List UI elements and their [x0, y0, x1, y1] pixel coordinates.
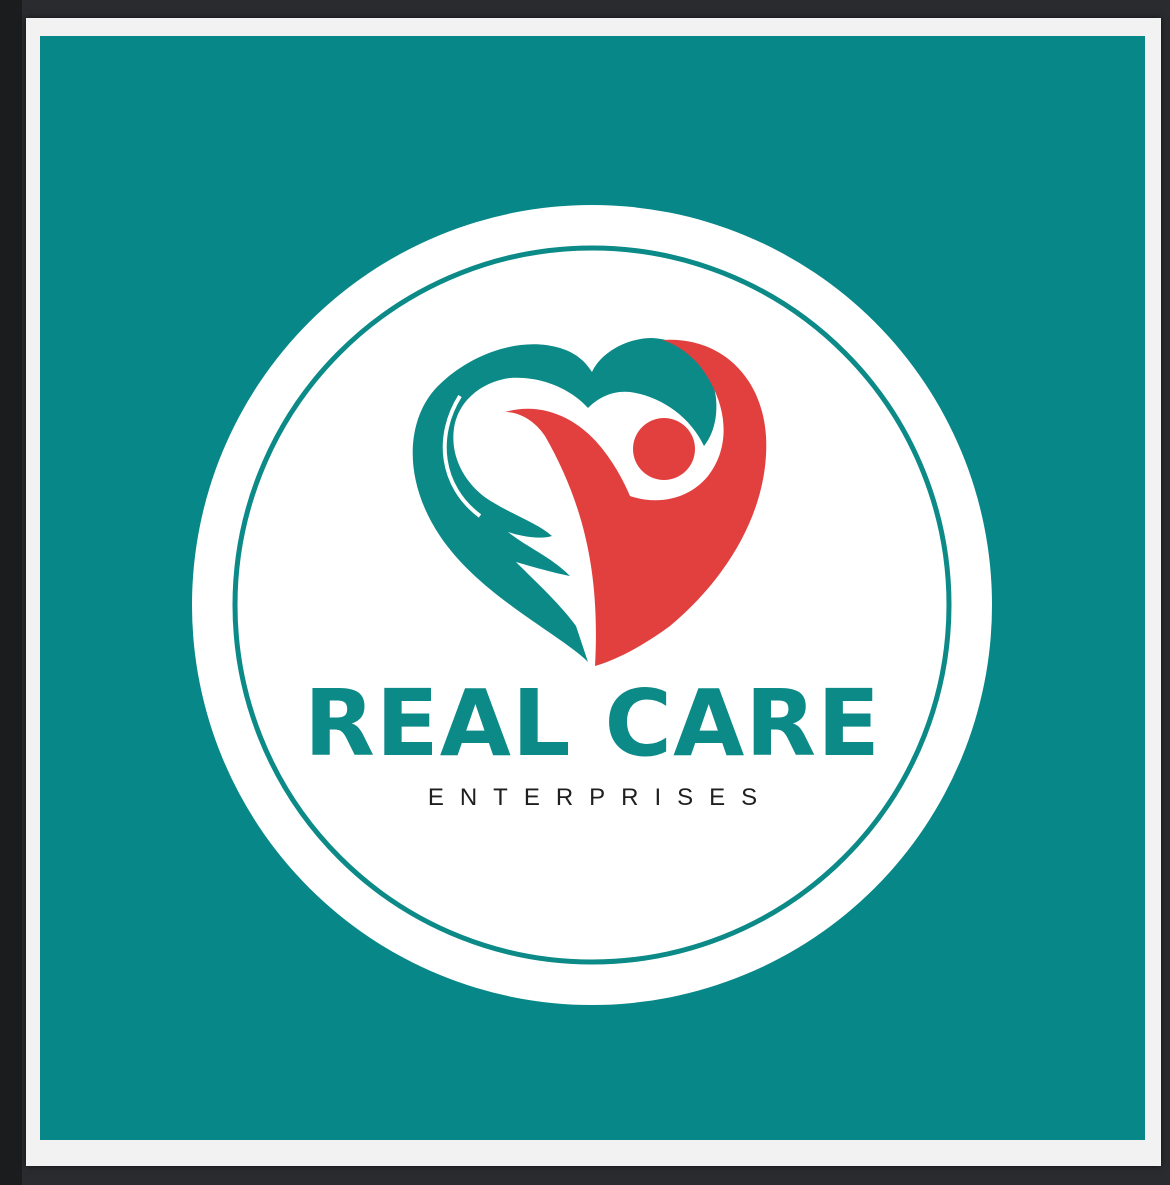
brand-title: REAL CARE [304, 670, 881, 777]
image-viewer: REAL CARE ENTERPRISES [0, 0, 1170, 1185]
viewer-side-strip [0, 0, 22, 1185]
logo-panel: REAL CARE ENTERPRISES [40, 36, 1145, 1140]
outer-circle [192, 205, 992, 1005]
logo-graphic [192, 205, 992, 1005]
image-frame: REAL CARE ENTERPRISES [26, 18, 1161, 1166]
person-head [633, 418, 695, 480]
brand-subtitle: ENTERPRISES [427, 784, 774, 811]
